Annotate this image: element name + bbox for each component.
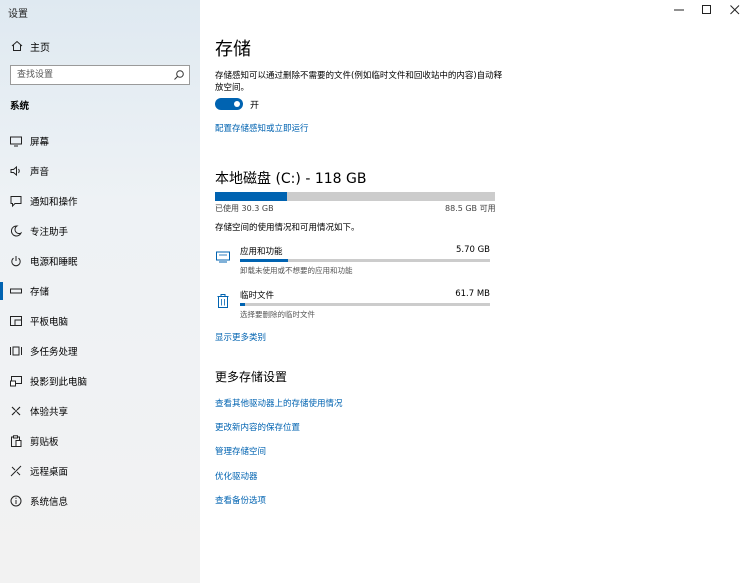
sidebar-item-sound[interactable]: 声音 bbox=[0, 160, 200, 182]
search-icon[interactable] bbox=[173, 69, 185, 81]
sidebar-item-storage[interactable]: 存储 bbox=[0, 280, 200, 302]
sidebar: 设置 主页 系统 屏幕 声音 通知和操作 bbox=[0, 0, 200, 583]
disk-used-label: 已使用 30.3 GB bbox=[215, 204, 274, 213]
category-name: 临时文件 bbox=[240, 291, 275, 301]
sidebar-item-label: 体验共享 bbox=[30, 407, 69, 418]
share-icon bbox=[11, 406, 21, 416]
sidebar-item-label: 存储 bbox=[30, 287, 50, 298]
sidebar-item-home[interactable]: 主页 bbox=[0, 36, 200, 56]
sidebar-item-tablet[interactable]: 平板电脑 bbox=[0, 310, 200, 332]
disk-usage-fill bbox=[215, 192, 287, 201]
category-usage-bar bbox=[240, 303, 490, 306]
power-icon bbox=[11, 256, 21, 267]
category-size: 61.7 MB bbox=[455, 289, 490, 299]
display-icon bbox=[10, 136, 22, 147]
sidebar-item-notifications[interactable]: 通知和操作 bbox=[0, 190, 200, 212]
project-icon bbox=[10, 376, 22, 387]
toggle-knob bbox=[234, 101, 240, 107]
section-label: 系统 bbox=[10, 101, 30, 112]
disk-description: 存储空间的使用情况和可用情况如下。 bbox=[215, 223, 360, 233]
sidebar-item-label: 电源和睡眠 bbox=[30, 257, 78, 268]
sidebar-item-clipboard[interactable]: 剪贴板 bbox=[0, 430, 200, 452]
speaker-icon bbox=[10, 165, 20, 177]
view-other-drives-link[interactable]: 查看其他驱动器上的存储使用情况 bbox=[215, 397, 343, 409]
info-icon bbox=[10, 495, 22, 507]
sidebar-item-about[interactable]: 系统信息 bbox=[0, 490, 200, 512]
multitask-icon bbox=[10, 346, 22, 356]
sidebar-item-label: 多任务处理 bbox=[30, 347, 78, 358]
configure-storage-sense-link[interactable]: 配置存储感知或立即运行 bbox=[215, 122, 309, 134]
search-input[interactable] bbox=[17, 68, 167, 82]
change-save-location-link[interactable]: 更改新内容的保存位置 bbox=[215, 421, 300, 433]
sidebar-item-display[interactable]: 屏幕 bbox=[0, 130, 200, 152]
remote-desktop-icon bbox=[10, 465, 22, 477]
category-subtitle: 选择要删除的临时文件 bbox=[240, 310, 315, 319]
storage-icon bbox=[10, 288, 22, 294]
manage-storage-spaces-link[interactable]: 管理存储空间 bbox=[215, 445, 266, 457]
sidebar-item-label: 剪贴板 bbox=[30, 437, 59, 448]
page-title: 存储 bbox=[215, 39, 251, 60]
clipboard-icon bbox=[11, 435, 22, 447]
sidebar-item-remote-desktop[interactable]: 远程桌面 bbox=[0, 460, 200, 482]
optimize-drives-link[interactable]: 优化驱动器 bbox=[215, 470, 258, 482]
sidebar-item-label: 声音 bbox=[30, 167, 50, 178]
sidebar-item-power[interactable]: 电源和睡眠 bbox=[0, 250, 200, 272]
tablet-icon bbox=[10, 316, 22, 326]
sidebar-item-label: 专注助手 bbox=[30, 227, 69, 238]
disk-usage-bar bbox=[215, 192, 495, 201]
apps-icon bbox=[216, 251, 230, 263]
category-usage-fill bbox=[240, 259, 288, 262]
sidebar-item-projecting[interactable]: 投影到此电脑 bbox=[0, 370, 200, 392]
sidebar-item-label: 主页 bbox=[30, 43, 50, 54]
selected-indicator bbox=[0, 282, 3, 300]
home-icon bbox=[11, 40, 23, 51]
notification-icon bbox=[10, 196, 22, 208]
category-name: 应用和功能 bbox=[240, 247, 283, 257]
sidebar-item-label: 通知和操作 bbox=[30, 197, 78, 208]
sidebar-item-shared-experiences[interactable]: 体验共享 bbox=[0, 400, 200, 422]
sidebar-item-label: 平板电脑 bbox=[30, 317, 69, 328]
main-content: 存储 存储感知可以通过删除不需要的文件(例如临时文件和回收站中的内容)自动释放空… bbox=[200, 0, 750, 583]
category-size: 5.70 GB bbox=[455, 245, 490, 255]
search-box[interactable] bbox=[10, 65, 190, 85]
category-apps[interactable]: 应用和功能 5.70 GB 卸载未使用或不想要的应用和功能 bbox=[215, 245, 490, 281]
disk-title: 本地磁盘 (C:) - 118 GB bbox=[215, 171, 367, 187]
sidebar-item-label: 投影到此电脑 bbox=[30, 377, 88, 388]
storage-sense-description: 存储感知可以通过删除不需要的文件(例如临时文件和回收站中的内容)自动释放空间。 bbox=[215, 71, 503, 93]
show-more-categories-link[interactable]: 显示更多类别 bbox=[215, 331, 266, 343]
sidebar-item-focus-assist[interactable]: 专注助手 bbox=[0, 220, 200, 242]
sidebar-item-label: 屏幕 bbox=[30, 137, 50, 148]
moon-icon bbox=[10, 225, 23, 237]
category-usage-fill bbox=[240, 303, 245, 306]
sidebar-item-multitasking[interactable]: 多任务处理 bbox=[0, 340, 200, 362]
view-backup-options-link[interactable]: 查看备份选项 bbox=[215, 494, 266, 506]
category-subtitle: 卸载未使用或不想要的应用和功能 bbox=[240, 266, 353, 275]
category-temp-files[interactable]: 临时文件 61.7 MB 选择要删除的临时文件 bbox=[215, 289, 490, 325]
sidebar-item-label: 远程桌面 bbox=[30, 467, 69, 478]
trash-icon bbox=[217, 294, 229, 308]
category-usage-bar bbox=[240, 259, 490, 262]
more-storage-settings-title: 更多存储设置 bbox=[215, 370, 288, 384]
storage-sense-toggle[interactable] bbox=[215, 98, 243, 110]
sidebar-item-label: 系统信息 bbox=[30, 497, 69, 508]
toggle-state-label: 开 bbox=[250, 101, 260, 111]
app-title: 设置 bbox=[8, 9, 28, 20]
disk-free-label: 88.5 GB 可用 bbox=[445, 204, 496, 213]
